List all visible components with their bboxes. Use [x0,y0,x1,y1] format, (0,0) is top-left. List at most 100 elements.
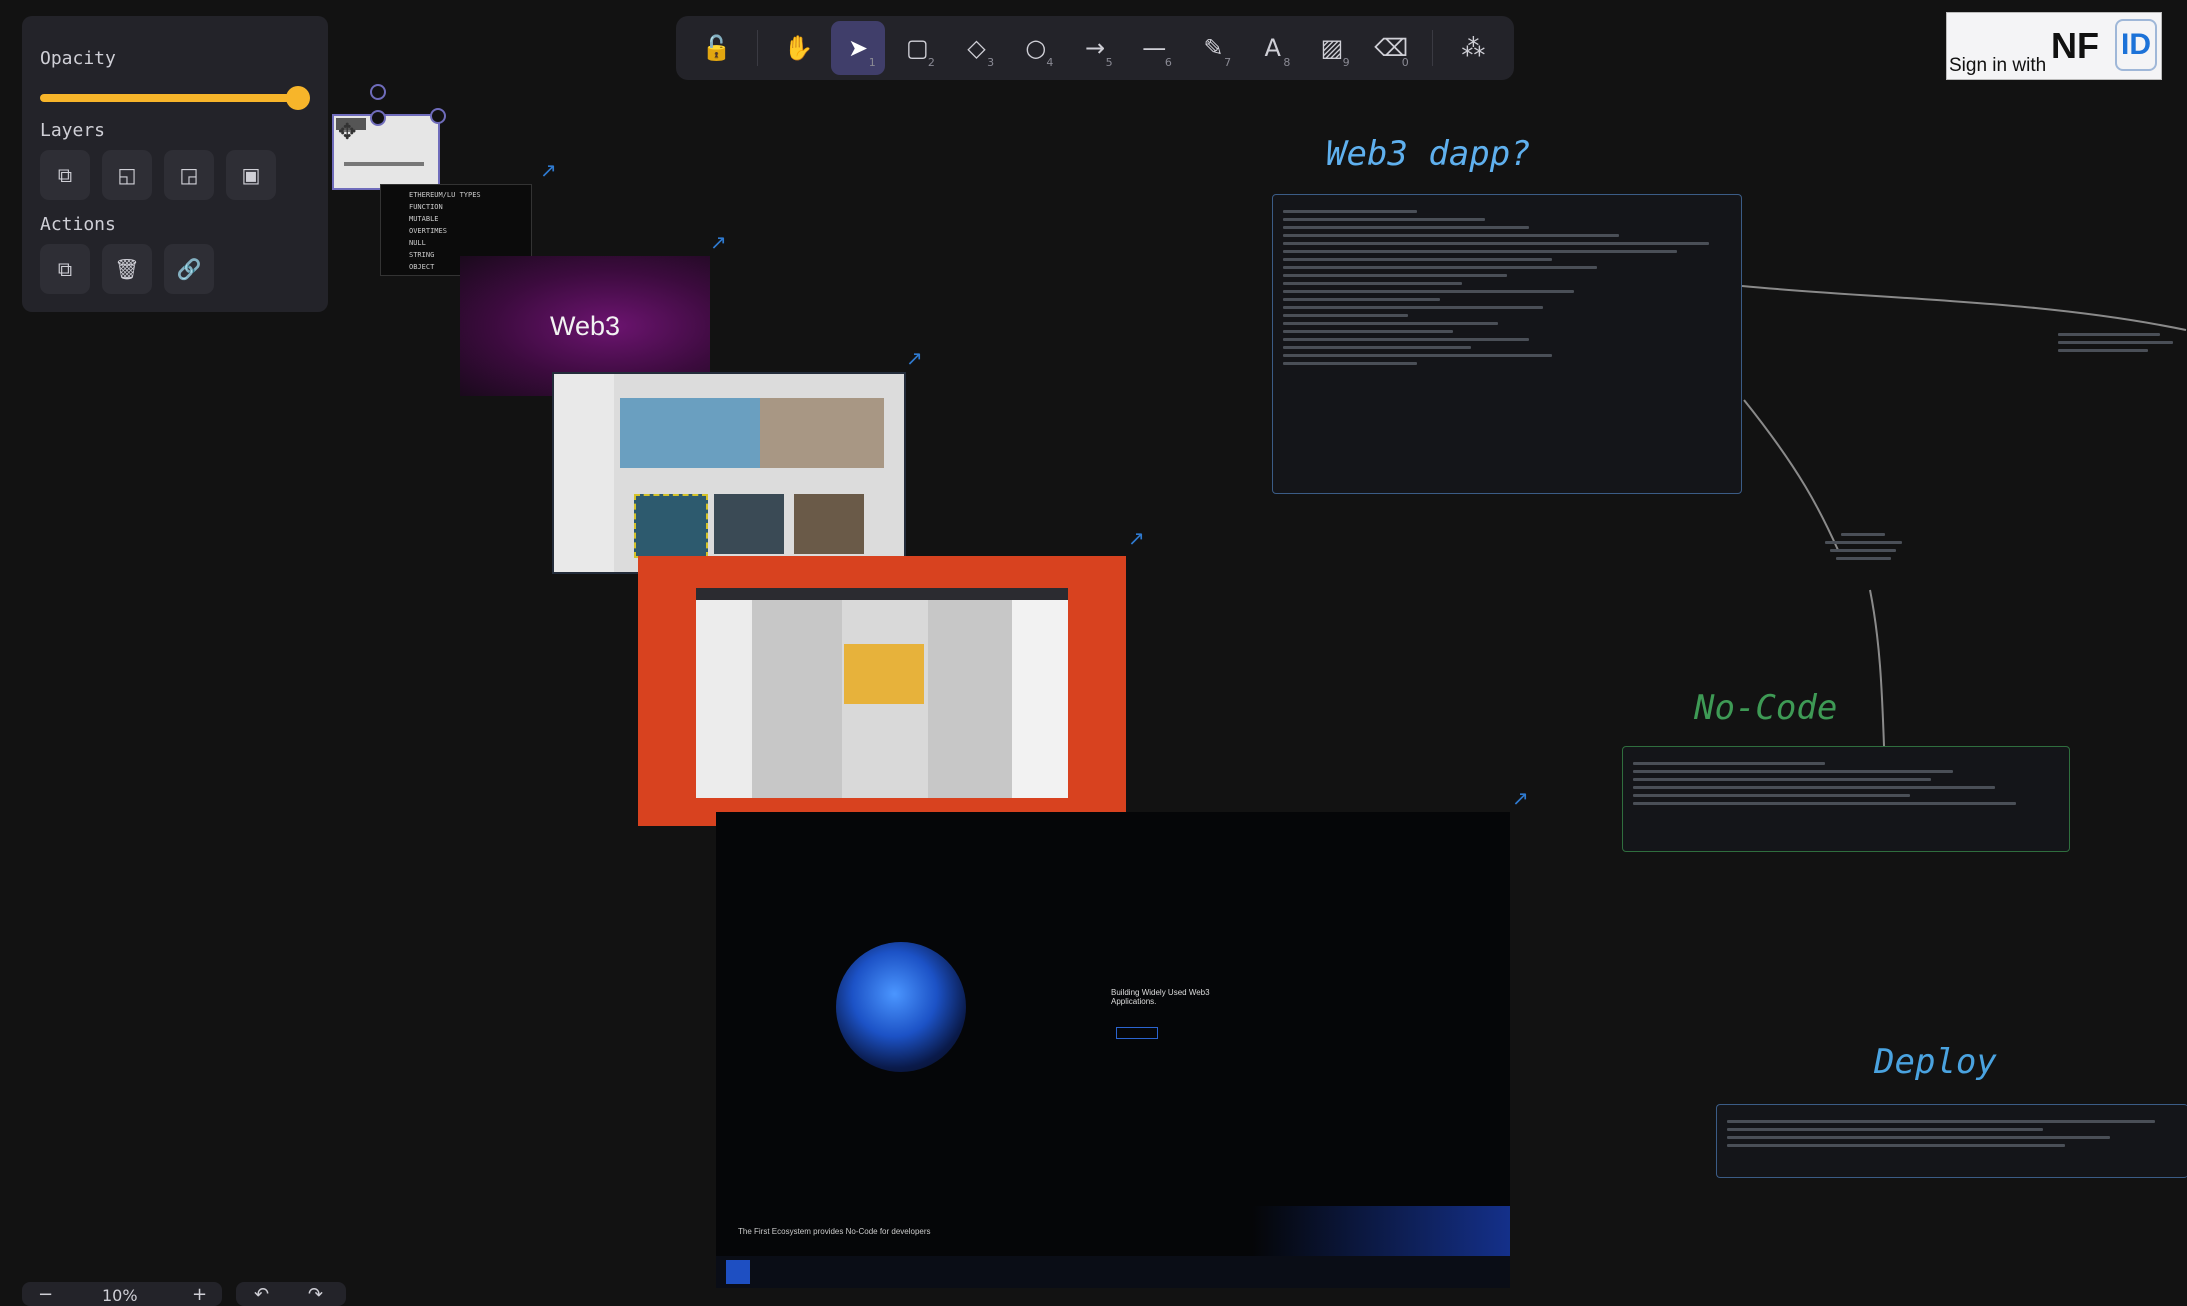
actions-label: Actions [40,214,116,235]
screenshot-thumb [714,494,784,554]
code-line [1835,557,1891,560]
screenshot-thumb [634,494,708,558]
app-window-grid-image [844,644,924,704]
web3-card-title: Web3 [549,310,621,341]
list-item: ETHEREUM/LU TYPES [409,191,481,199]
screenshot-hero-image [620,398,760,468]
code-line [2058,333,2161,336]
globe-image [836,942,966,1072]
link-button[interactable]: 🔗 [164,244,214,294]
layers-label: Layers [40,120,106,141]
code-line [1283,266,1597,269]
offscreen-note[interactable] [2058,328,2186,364]
rotate-handle[interactable] [370,84,386,100]
code-block-dapp[interactable] [1272,194,1742,494]
diamond-icon: ◇ [967,34,986,62]
send-to-back-button[interactable]: ⧉ [40,150,90,200]
select-tool[interactable]: ➤ 1 [831,21,885,75]
code-block-deploy[interactable] [1716,1104,2187,1178]
external-link-icon[interactable]: ↗ [710,230,727,254]
zoom-in-button[interactable]: + [192,1284,207,1305]
screenshot-thumb [794,494,864,554]
library-tool[interactable]: ⁂ [1447,21,1500,75]
resize-handle[interactable] [370,110,386,126]
external-link-icon[interactable]: ↗ [1512,786,1529,810]
delete-button[interactable]: 🗑 [102,244,152,294]
eraser-tool[interactable]: ⌫ 0 [1365,21,1418,75]
code-line [1283,314,1409,317]
code-line [1283,282,1463,285]
arrow-tool[interactable]: → 5 [1068,21,1121,75]
external-link-icon[interactable]: ↗ [540,158,557,182]
code-line [1283,250,1678,253]
external-link-icon[interactable]: ↗ [906,346,923,370]
pencil-icon: ✎ [1203,34,1224,62]
text-tool[interactable]: A8 [1246,21,1299,75]
code-line [1283,338,1530,341]
hand-icon: ✋ [783,34,814,62]
code-line [1283,226,1530,229]
ellipse-tool[interactable]: ○ 4 [1009,21,1062,75]
signin-text: Sign in with [1949,55,2047,76]
rectangle-tool[interactable]: ▢ 2 [891,21,944,75]
redo-icon[interactable]: ↷ [308,1284,323,1305]
zoom-level[interactable]: 10% [102,1286,138,1305]
code-line [1283,306,1543,309]
screenshot-image [760,398,884,468]
zoom-out-button[interactable]: − [38,1284,53,1305]
image-tool[interactable]: ▨ 9 [1305,21,1358,75]
list-item: NULL [409,239,426,247]
hand-tool[interactable]: ✋ [772,21,825,75]
line-icon: — [1142,34,1167,62]
opacity-slider-thumb[interactable] [286,86,310,110]
screenshot-sidebar [554,374,614,572]
undo-icon[interactable]: ↶ [254,1284,269,1305]
nfid-signin-button[interactable]: Sign in with NF ID [1946,12,2162,80]
bring-to-front-button[interactable]: ▣ [226,150,276,200]
code-line [1283,322,1499,325]
code-line [1283,290,1575,293]
opacity-label: Opacity [40,48,116,69]
code-line [1633,770,1953,773]
trash-icon: 🗑 [114,257,140,281]
ellipse-icon: ○ [1025,34,1047,62]
nfid-id-badge: ID [2115,19,2157,71]
lock-icon: 🔓 [701,34,732,62]
duplicate-button[interactable]: ⧉ [40,244,90,294]
toolbar-divider [1431,30,1433,66]
properties-panel: Opacity Layers ⧉ ◱ ◲ ▣ Actions ⧉ 🗑 🔗 [22,16,328,312]
code-line [1283,242,1709,245]
code-line [1727,1136,2111,1139]
external-link-icon[interactable]: ↗ [1128,526,1145,550]
code-line [1727,1128,2043,1131]
diamond-tool[interactable]: ◇ 3 [950,21,1003,75]
heading-deploy: Deploy [1874,1042,1997,1082]
code-line [1727,1120,2156,1123]
code-block-no-code[interactable] [1622,746,2070,852]
code-line [1633,762,1825,765]
bring-forward-button[interactable]: ◲ [164,150,214,200]
pencil-tool[interactable]: ✎ 7 [1187,21,1240,75]
app-window-screenshot [696,588,1068,798]
code-line [1633,778,1932,781]
select-icon: ➤ [848,34,869,62]
hero-footer-bar [716,1256,1510,1288]
line-tool[interactable]: —6 [1128,21,1181,75]
orange-screenshot-card[interactable] [638,556,1126,826]
design-screenshot-card[interactable] [552,372,906,574]
duplicate-icon: ⧉ [57,257,73,281]
opacity-slider[interactable] [40,94,308,102]
text-icon: A [1264,34,1281,62]
send-backward-icon: ◱ [117,163,137,187]
resize-handle[interactable] [430,108,446,124]
connector-note[interactable] [1808,528,1918,584]
lock-tool[interactable]: 🔓 [690,21,743,75]
code-line [1830,549,1896,552]
code-line [2058,341,2174,344]
hero-screenshot-card[interactable]: Building Widely Used Web3 Applications. … [716,812,1510,1288]
nfid-logo-text: NF [2051,25,2099,66]
code-line [1283,258,1552,261]
zoom-controls: − 10% + [22,1282,222,1306]
send-backward-button[interactable]: ◱ [102,150,152,200]
code-line [1283,298,1440,301]
